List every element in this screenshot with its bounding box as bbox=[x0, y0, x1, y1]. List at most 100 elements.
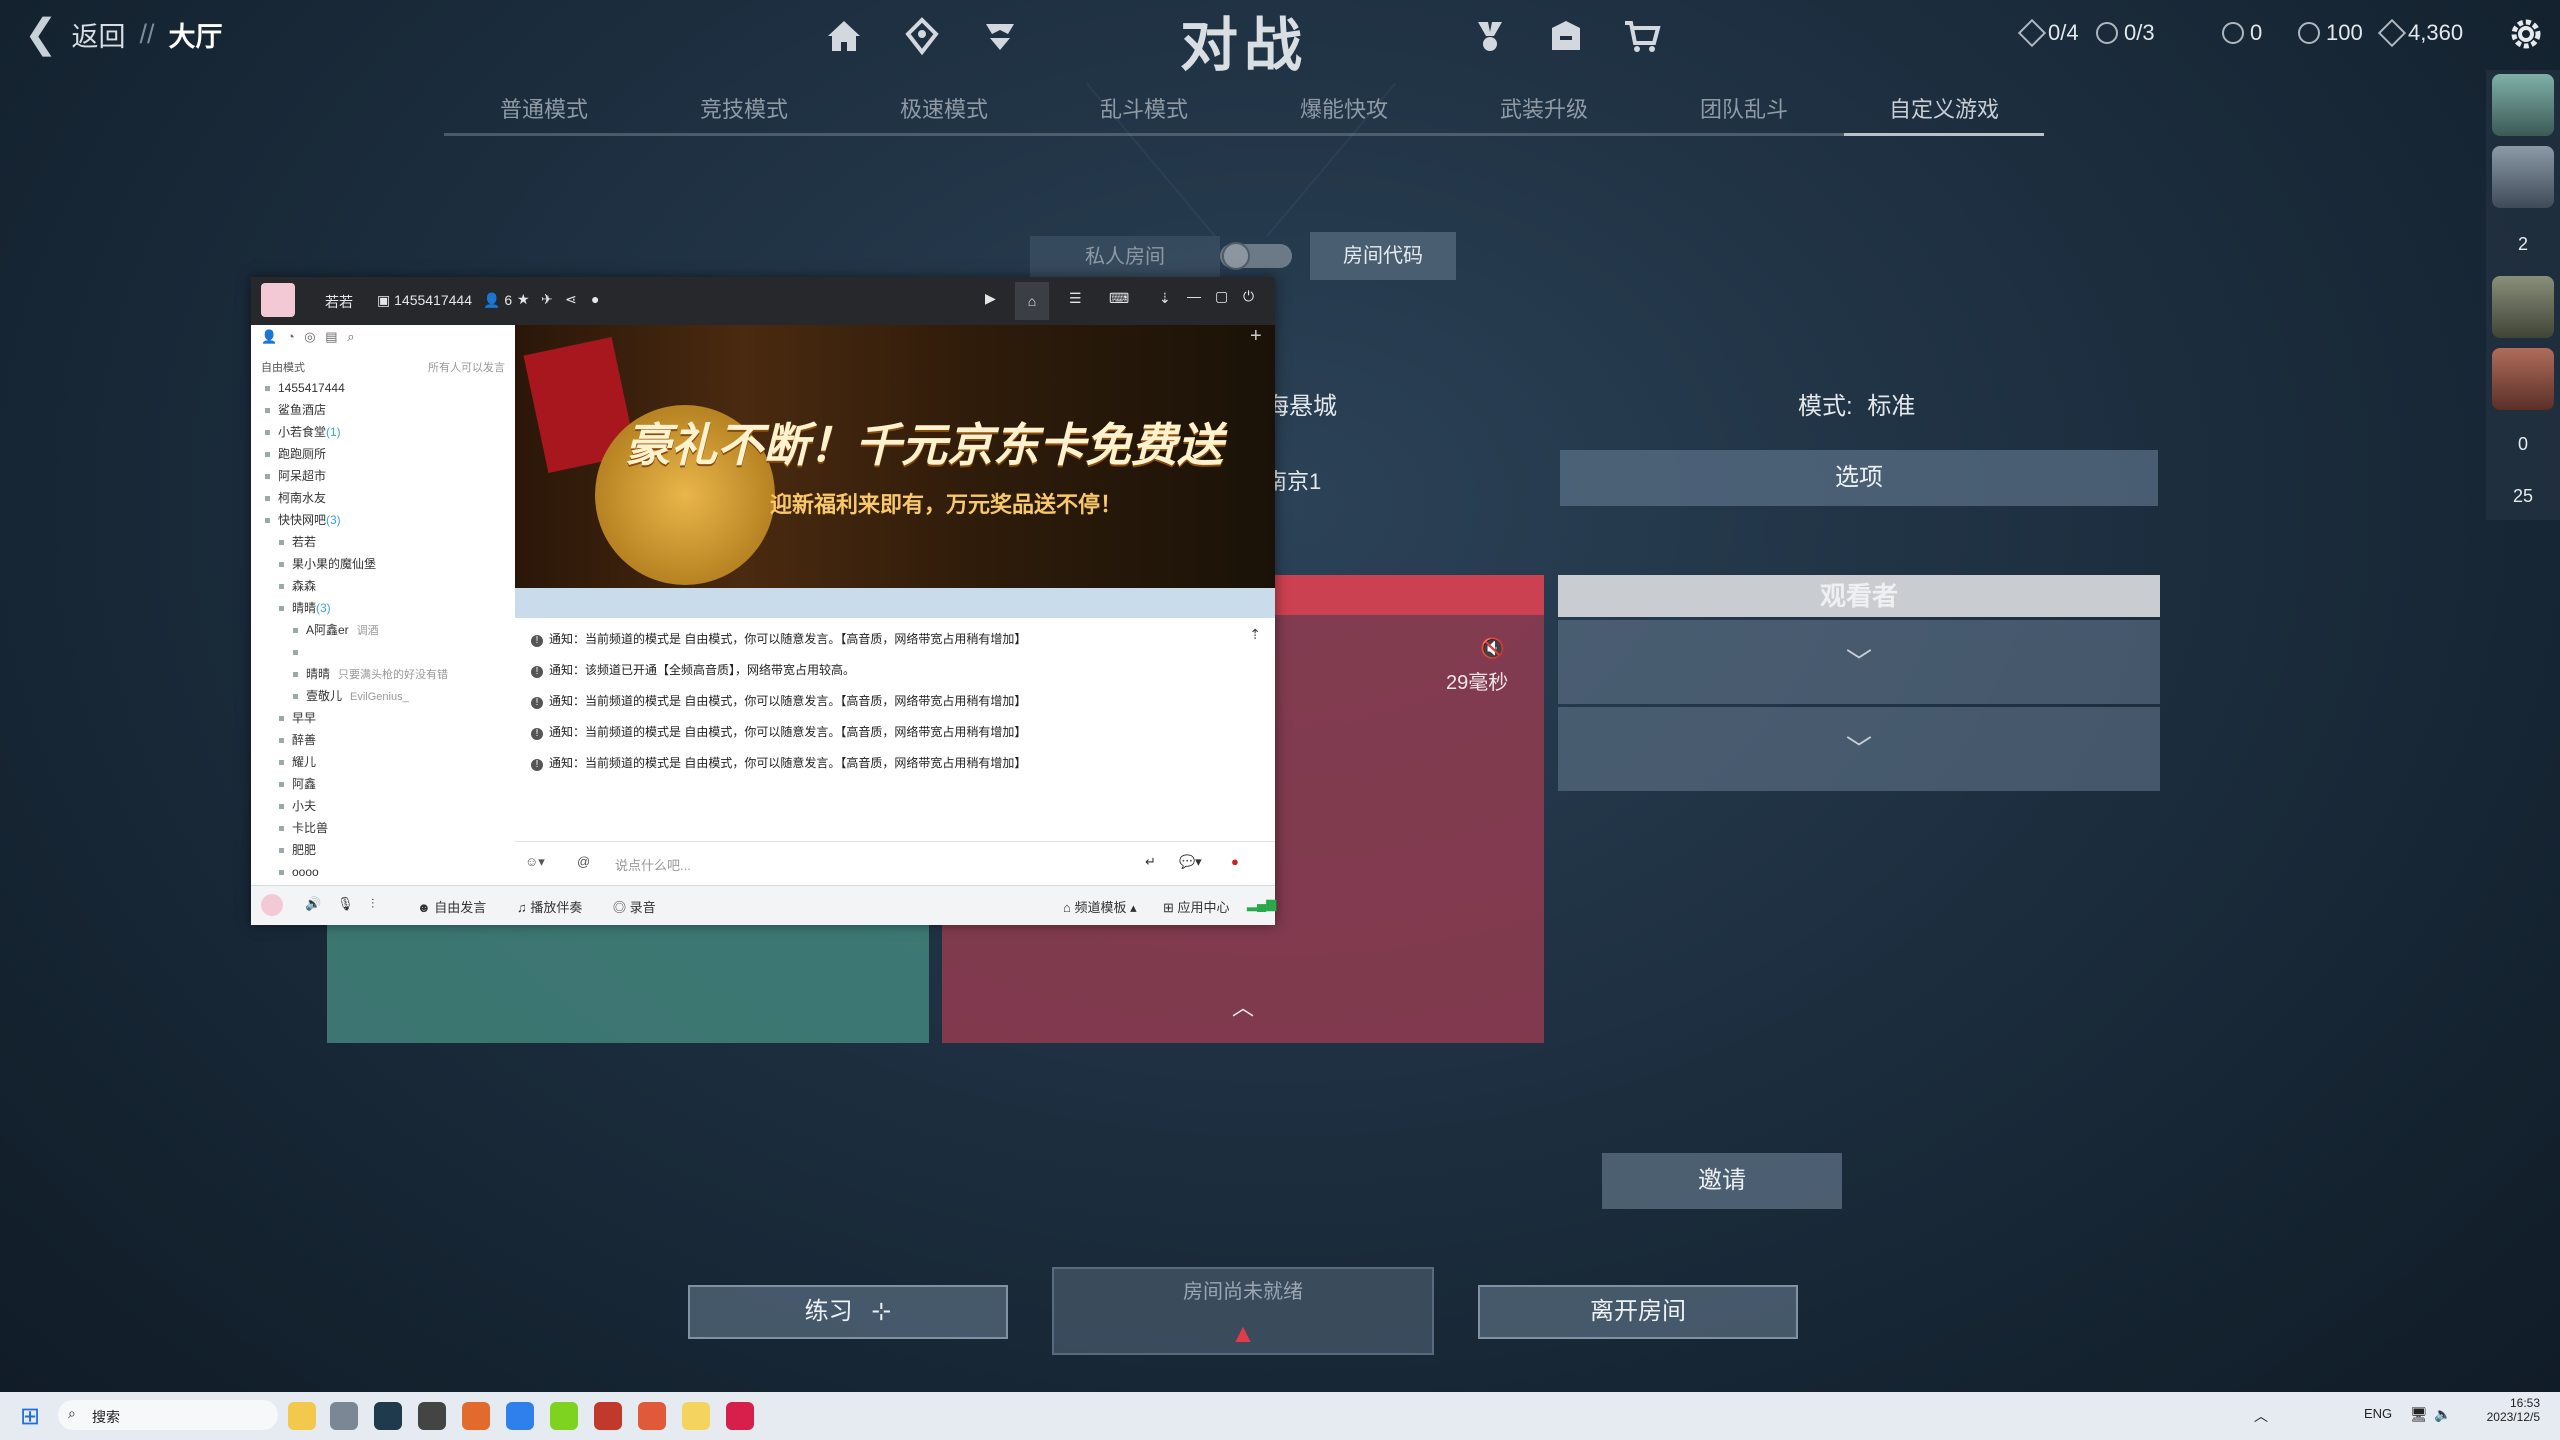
channel-tree-item[interactable]: 快快网吧(3) bbox=[251, 509, 515, 531]
channel-tree-item[interactable]: 晴晴 只要满头枪的好没有错 bbox=[251, 663, 515, 685]
tab-deathmatch[interactable]: 乱斗模式 bbox=[1044, 92, 1244, 136]
tab-custom-game[interactable]: 自定义游戏 bbox=[1844, 92, 2044, 136]
send-enter-icon[interactable]: ↵ bbox=[1145, 854, 1156, 870]
user-avatar[interactable] bbox=[261, 283, 295, 317]
valorant-icon[interactable] bbox=[638, 1402, 666, 1430]
chat-icon[interactable]: ◔ bbox=[287, 329, 295, 344]
back-chevron-icon[interactable]: ❮ bbox=[24, 14, 58, 54]
friend-avatar[interactable] bbox=[2492, 348, 2554, 410]
app-lime-icon[interactable] bbox=[550, 1402, 578, 1430]
network-icon[interactable]: 🖥 bbox=[2410, 1406, 2428, 1423]
emoji-icon[interactable]: ☺▾ bbox=[525, 854, 545, 870]
channel-tree-item[interactable]: 森森 bbox=[251, 575, 515, 597]
channel-tree-item[interactable]: 阿鑫 bbox=[251, 773, 515, 795]
free-speech-button[interactable]: ☻ 自由发言 bbox=[417, 897, 486, 916]
channel-tree-item[interactable]: 1455417444 bbox=[251, 377, 515, 399]
settings-app-icon[interactable] bbox=[330, 1402, 358, 1430]
volume-icon[interactable]: 🔈 bbox=[2434, 1406, 2451, 1423]
star-icon[interactable]: ★ bbox=[517, 291, 530, 308]
channel-tree-item[interactable]: 跑跑厕所 bbox=[251, 443, 515, 465]
tab-spike-rush[interactable]: 爆能快攻 bbox=[1244, 92, 1444, 136]
mixer-icon[interactable]: ⫶ bbox=[371, 896, 374, 912]
mic-icon[interactable]: 🎙 bbox=[337, 896, 354, 912]
practice-button[interactable]: 练习 ⊹ bbox=[688, 1285, 1008, 1339]
gift-icon[interactable]: ● bbox=[1231, 854, 1239, 869]
options-button[interactable]: 选项 bbox=[1560, 450, 2158, 506]
chevron-down-icon[interactable]: ﹀ bbox=[1846, 734, 1872, 764]
windows-start-icon[interactable]: ⊞ bbox=[20, 1402, 40, 1431]
channel-tree-item[interactable]: 小若食堂(1) bbox=[251, 421, 515, 443]
video-icon[interactable]: ▶ bbox=[985, 290, 996, 307]
spectator-slot[interactable]: ﹀ bbox=[1558, 620, 2160, 704]
info-icon[interactable]: ● bbox=[591, 291, 599, 307]
channel-tree-item[interactable]: 阿呆超市 bbox=[251, 465, 515, 487]
plus-icon[interactable]: + bbox=[1250, 325, 1262, 348]
app-red-icon[interactable] bbox=[594, 1402, 622, 1430]
store-cart-icon[interactable] bbox=[1622, 16, 1662, 56]
promo-banner[interactable]: 豪礼不断！千元京东卡免费送 迎新福利来即有，万元奖品送不停！ + bbox=[515, 325, 1275, 588]
tab-speed[interactable]: 极速模式 bbox=[844, 92, 1044, 136]
chevron-down-icon[interactable]: ﹀ bbox=[1846, 647, 1872, 677]
self-avatar[interactable] bbox=[261, 894, 283, 916]
terminal-icon[interactable] bbox=[374, 1402, 402, 1430]
app-cube-icon[interactable] bbox=[418, 1402, 446, 1430]
search-icon[interactable]: ⌕ bbox=[347, 329, 354, 344]
mention-icon[interactable]: @ bbox=[577, 854, 590, 869]
app-center-button[interactable]: ⊞ 应用中心 bbox=[1163, 897, 1230, 916]
channel-tree-item[interactable]: 壹敬儿 EvilGenius_ bbox=[251, 685, 515, 707]
channel-tree-item[interactable]: 晴晴(3) bbox=[251, 597, 515, 619]
channel-tree-item[interactable]: 耀儿 bbox=[251, 751, 515, 773]
channel-tree-item[interactable]: 若若 bbox=[251, 531, 515, 553]
chevron-up-icon[interactable]: ︿ bbox=[1232, 990, 1254, 1022]
battlepass-icon[interactable] bbox=[980, 16, 1020, 56]
home-icon[interactable] bbox=[824, 16, 864, 56]
notes-icon[interactable]: ▤ bbox=[325, 329, 337, 344]
tab-escalation[interactable]: 武装升级 bbox=[1444, 92, 1644, 136]
tab-normal[interactable]: 普通模式 bbox=[444, 92, 644, 136]
channel-template-button[interactable]: ⌂ 频道模板 ▴ bbox=[1063, 897, 1137, 916]
file-explorer-icon[interactable] bbox=[288, 1402, 316, 1430]
settings-gear-icon[interactable] bbox=[2506, 14, 2546, 54]
channel-tree-item[interactable]: 肥肥 bbox=[251, 839, 515, 861]
minimize-icon[interactable]: — bbox=[1187, 288, 1201, 304]
channel-tree-item[interactable]: 醉善 bbox=[251, 729, 515, 751]
taskbar-search[interactable]: ⌕ 搜索 bbox=[58, 1400, 278, 1430]
channel-tree-item[interactable] bbox=[251, 641, 515, 663]
tab-competitive[interactable]: 竞技模式 bbox=[644, 92, 844, 136]
friend-avatar[interactable] bbox=[2492, 74, 2554, 136]
speech-mode[interactable]: 自由模式 bbox=[261, 362, 305, 374]
tab-team-deathmatch[interactable]: 团队乱斗 bbox=[1644, 92, 1844, 136]
career-icon[interactable] bbox=[1470, 16, 1510, 56]
spectator-slot[interactable]: ﹀ bbox=[1558, 707, 2160, 791]
list-icon[interactable]: ☰ bbox=[1069, 290, 1082, 307]
channel-tree-item[interactable]: oooo bbox=[251, 861, 515, 877]
gamepad-icon[interactable]: ⌨ bbox=[1109, 290, 1129, 307]
collection-icon[interactable] bbox=[1546, 16, 1586, 56]
mute-icon[interactable]: 🔇 bbox=[1480, 636, 1505, 661]
share-icon[interactable]: ⋖ bbox=[565, 291, 577, 308]
power-icon[interactable]: ⏻ bbox=[1243, 288, 1254, 305]
invite-button[interactable]: 邀请 bbox=[1602, 1153, 1842, 1209]
private-room-toggle[interactable] bbox=[1220, 242, 1292, 270]
leave-room-button[interactable]: 离开房间 bbox=[1478, 1285, 1798, 1339]
user-icon[interactable]: 👤 bbox=[261, 329, 277, 344]
app-k-icon[interactable] bbox=[506, 1402, 534, 1430]
speech-bubble-icon[interactable]: 💬▾ bbox=[1179, 854, 1202, 870]
friend-avatar[interactable] bbox=[2492, 276, 2554, 338]
plane-icon[interactable]: ✈ bbox=[541, 291, 553, 308]
play-music-button[interactable]: ♫ 播放伴奏 bbox=[517, 897, 582, 916]
app-pink-icon[interactable] bbox=[726, 1402, 754, 1430]
app-icon[interactable] bbox=[462, 1402, 490, 1430]
home-tab-icon[interactable]: ⌂ bbox=[1015, 282, 1049, 320]
speaker-icon[interactable]: 🔊 bbox=[305, 896, 321, 912]
channel-tree-item[interactable]: 早早 bbox=[251, 707, 515, 729]
tray-chevron-icon[interactable]: ︿ bbox=[2254, 1406, 2268, 1426]
back-nav[interactable]: ❮ 返回 // 大厅 bbox=[24, 14, 223, 54]
channel-tree-item[interactable]: 果小果的魔仙堡 bbox=[251, 553, 515, 575]
voice-chat-app-icon[interactable] bbox=[682, 1402, 710, 1430]
channel-tree-item[interactable]: 鲨鱼酒店 bbox=[251, 399, 515, 421]
friend-avatar[interactable] bbox=[2492, 146, 2554, 208]
channel-tree-item[interactable]: 小夫 bbox=[251, 795, 515, 817]
agents-icon[interactable] bbox=[902, 16, 942, 56]
record-button[interactable]: ◎ 录音 bbox=[613, 897, 656, 916]
